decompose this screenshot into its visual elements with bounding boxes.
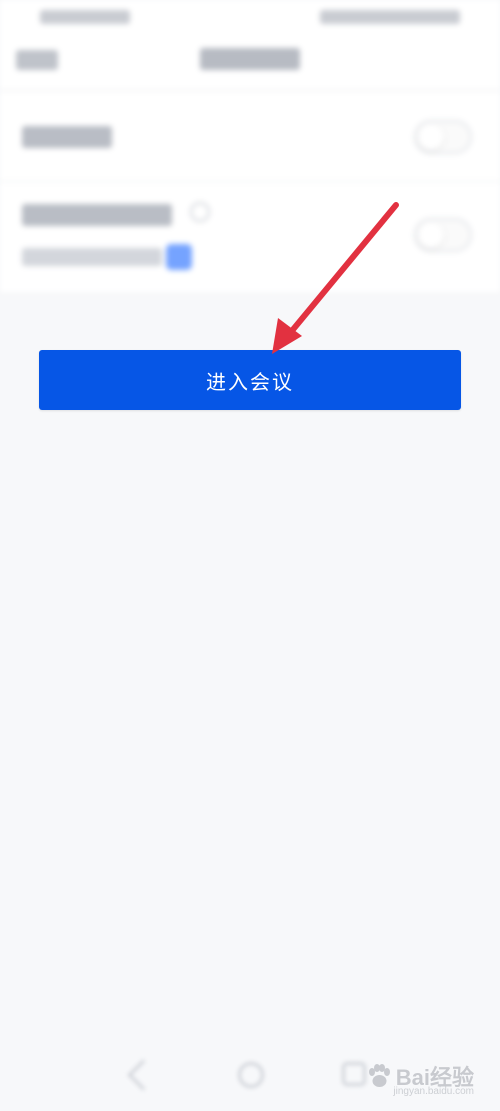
toggle-knob (418, 222, 444, 248)
copy-icon[interactable] (166, 244, 192, 270)
status-bar-left (40, 10, 130, 24)
baidu-watermark: Bai经验 jingyan.baidu.com (366, 1056, 474, 1097)
toggle-knob (418, 124, 444, 150)
status-bar (0, 0, 500, 36)
settings-row-1 (0, 92, 500, 180)
paw-logo-icon (368, 1064, 390, 1087)
settings-toggle[interactable] (414, 120, 472, 154)
divider (0, 90, 500, 91)
meeting-id-value (22, 248, 162, 266)
watermark-url: jingyan.baidu.com (393, 1086, 474, 1097)
back-icon[interactable] (127, 1059, 159, 1091)
settings-row-label (22, 126, 112, 148)
arrow-head (272, 318, 302, 354)
back-button[interactable] (16, 50, 58, 70)
settings-header-area (0, 0, 500, 292)
status-bar-right (320, 10, 460, 24)
settings-row-2 (0, 182, 500, 290)
enter-meeting-button[interactable]: 进入会议 (39, 350, 461, 410)
help-icon[interactable] (190, 202, 210, 222)
page-title (200, 48, 300, 70)
recent-apps-icon[interactable] (342, 1062, 366, 1086)
navigation-bar (0, 36, 500, 90)
settings-row-label (22, 204, 172, 226)
settings-toggle[interactable] (414, 218, 472, 252)
home-icon[interactable] (238, 1062, 264, 1088)
